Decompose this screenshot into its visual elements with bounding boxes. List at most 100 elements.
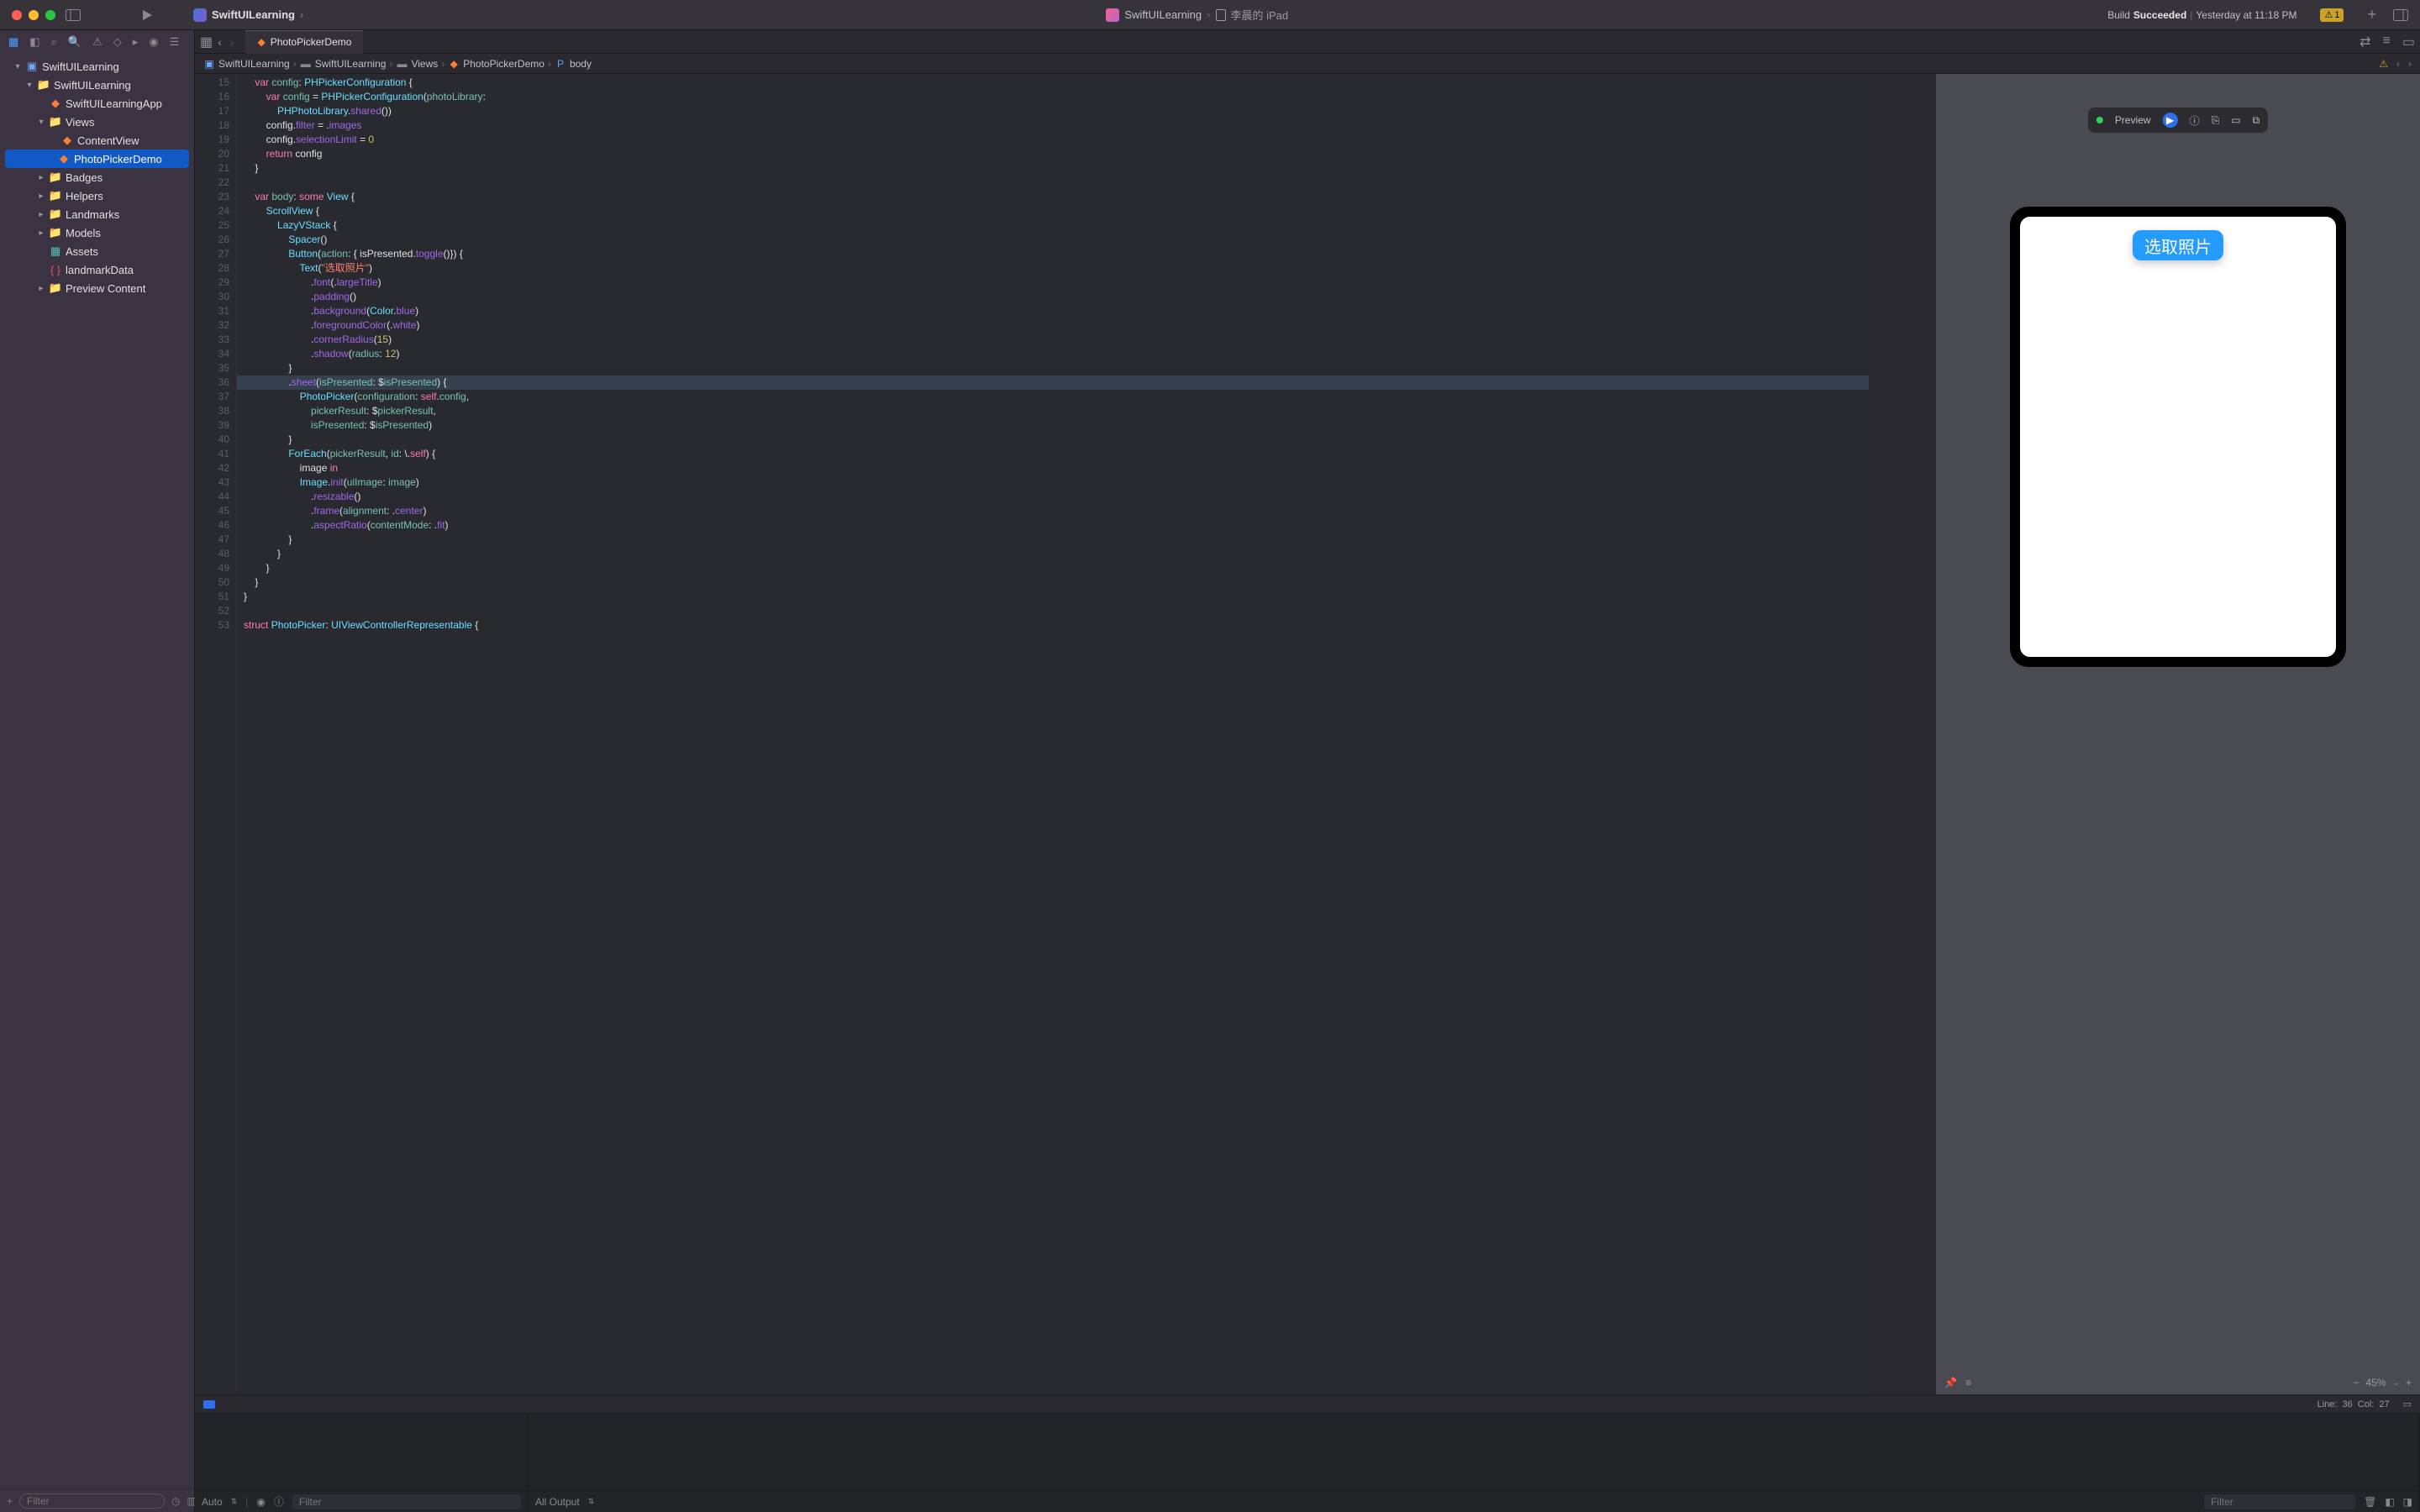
status-indicator-icon[interactable] — [203, 1400, 215, 1409]
toggle-left-sidebar-icon[interactable] — [62, 9, 84, 21]
run-destination[interactable]: SwiftUILearning › 李晨的 iPad — [1106, 7, 1288, 23]
tree-row-swiftuilearningapp[interactable]: ◆SwiftUILearningApp — [0, 94, 194, 113]
jb-item[interactable]: Views — [411, 58, 438, 70]
nav-back-button[interactable]: ‹ — [218, 35, 222, 49]
source-control-navigator-icon[interactable]: ◧ — [29, 35, 39, 49]
toggle-minimap-icon[interactable]: ⇄ — [2360, 34, 2370, 50]
disclosure-chevron-icon[interactable]: ▸ — [37, 210, 45, 219]
tree-row-contentview[interactable]: ◆ContentView — [0, 131, 194, 150]
ipad-icon — [1216, 9, 1226, 21]
console-view[interactable]: All Output ⇅ 🗑 ◧ ◨ — [529, 1414, 2420, 1512]
debug-navigator-icon[interactable]: ▸ — [133, 35, 139, 49]
editor-layout-icon[interactable]: ▭ — [2403, 1399, 2412, 1410]
canvas-pin-icon[interactable]: 📌 — [1944, 1377, 1957, 1389]
tab-photopickerdemo[interactable]: ◆ PhotoPickerDemo — [245, 30, 363, 54]
maximize-button[interactable] — [45, 10, 55, 20]
tree-row-views[interactable]: ▾📁Views — [0, 113, 194, 131]
jump-bar-warning-icon[interactable]: ⚠ — [2379, 58, 2388, 70]
preview-button[interactable]: 选取照片 — [2133, 230, 2223, 260]
json-icon: { } — [49, 264, 62, 276]
disclosure-chevron-icon[interactable]: ▸ — [37, 228, 45, 238]
fold-icon: 📁 — [49, 207, 62, 221]
disclosure-chevron-icon[interactable]: ▾ — [25, 81, 34, 90]
find-navigator-icon[interactable]: 🔍 — [68, 35, 82, 49]
auto-selector[interactable]: Auto — [202, 1496, 223, 1508]
issue-navigator-icon[interactable]: ⚠ — [92, 35, 103, 49]
disclosure-chevron-icon[interactable]: ▸ — [37, 173, 45, 182]
run-button[interactable] — [141, 9, 153, 21]
build-status[interactable]: Build Succeeded | Yesterday at 11:18 PM — [2107, 9, 2296, 21]
toggle-vars-icon[interactable]: ◧ — [2385, 1496, 2394, 1508]
jb-item[interactable]: SwiftUILearning — [315, 58, 387, 70]
toggle-canvas-icon[interactable]: ▭ — [2402, 34, 2415, 50]
jb-item[interactable]: SwiftUILearning — [218, 58, 290, 70]
source-editor[interactable]: 1516171819202122232425262728293031323334… — [195, 74, 1936, 1394]
symbol-navigator-icon[interactable]: ⌕ — [51, 35, 57, 49]
tree-row-swiftuilearning[interactable]: ▾📁SwiftUILearning — [0, 76, 194, 94]
jump-bar[interactable]: ▣ SwiftUILearning › ▬ SwiftUILearning › … — [195, 54, 2420, 74]
info-icon[interactable]: ⓘ — [274, 1494, 284, 1509]
tab-bar: ▦ ‹ › ◆ PhotoPickerDemo ⇄ ≡ ▭ — [195, 30, 2420, 54]
tree-row-swiftuilearning[interactable]: ▾▣SwiftUILearning — [0, 57, 194, 76]
clear-console-icon[interactable]: 🗑 — [2364, 1496, 2376, 1508]
add-button[interactable]: + — [2367, 6, 2376, 24]
variables-view[interactable]: Auto ⇅ | ◉ ⓘ — [195, 1414, 529, 1512]
preview-label[interactable]: Preview — [2115, 114, 2151, 126]
zoom-out-icon[interactable]: − — [2353, 1377, 2359, 1389]
disclosure-chevron-icon[interactable]: ▸ — [37, 192, 45, 201]
tree-label: PhotoPickerDemo — [74, 153, 162, 165]
duplicate-preview-icon[interactable]: ⧉ — [2253, 114, 2260, 127]
adjust-editor-icon[interactable]: ≡ — [2383, 34, 2391, 50]
tree-row-models[interactable]: ▸📁Models — [0, 223, 194, 242]
warning-count: 1 — [2334, 10, 2339, 20]
toggle-console-icon[interactable]: ◨ — [2403, 1496, 2412, 1508]
zoom-in-icon[interactable]: + — [2406, 1377, 2412, 1389]
jump-bar-next-icon[interactable]: › — [2408, 58, 2412, 70]
canvas-list-icon[interactable]: ≡ — [1965, 1377, 1971, 1389]
tree-row-badges[interactable]: ▸📁Badges — [0, 168, 194, 186]
jb-item[interactable]: PhotoPickerDemo — [463, 58, 544, 70]
variables-filter-input[interactable] — [292, 1494, 521, 1509]
navigator-filter-input[interactable] — [19, 1494, 165, 1509]
tree-row-assets[interactable]: ▦Assets — [0, 242, 194, 260]
add-file-button[interactable]: + — [7, 1495, 13, 1507]
proj-icon: ▣ — [25, 60, 39, 73]
disclosure-chevron-icon[interactable]: ▾ — [37, 118, 45, 127]
console-filter-input[interactable] — [2204, 1494, 2355, 1509]
preview-screen[interactable]: 选取照片 — [2020, 217, 2336, 657]
tree-row-landmarkdata[interactable]: { }landmarkData — [0, 260, 194, 279]
zoom-level[interactable]: 45% — [2365, 1377, 2386, 1389]
swift-file-icon: ◆ — [448, 58, 460, 70]
tree-row-photopickerdemo[interactable]: ◆PhotoPickerDemo — [5, 150, 189, 168]
warnings-badge[interactable]: ⚠ 1 — [2320, 8, 2344, 22]
scheme-selector[interactable]: SwiftUILearning › — [193, 8, 303, 22]
minimize-button[interactable] — [29, 10, 39, 20]
minimap[interactable] — [1869, 74, 1936, 1394]
report-navigator-icon[interactable]: ☰ — [170, 35, 180, 49]
nav-forward-button[interactable]: › — [230, 35, 234, 49]
live-preview-icon[interactable]: ▶ — [2163, 113, 2178, 128]
tree-row-preview-content[interactable]: ▸📁Preview Content — [0, 279, 194, 297]
jb-item[interactable]: body — [570, 58, 592, 70]
tree-row-helpers[interactable]: ▸📁Helpers — [0, 186, 194, 205]
navigator-bottom-bar: + ◷ ▥ — [0, 1488, 194, 1512]
tree-label: ContentView — [77, 134, 139, 147]
disclosure-chevron-icon[interactable]: ▾ — [13, 62, 22, 71]
pin-icon[interactable]: ⎘ — [2212, 114, 2220, 127]
device-settings-icon[interactable]: ▭ — [2231, 114, 2240, 126]
tree-row-landmarks[interactable]: ▸📁Landmarks — [0, 205, 194, 223]
close-button[interactable] — [12, 10, 22, 20]
zoom-menu-icon[interactable]: ⌄ — [2392, 1378, 2399, 1388]
breakpoint-navigator-icon[interactable]: ◉ — [149, 35, 158, 49]
test-navigator-icon[interactable]: ◇ — [113, 35, 122, 49]
output-selector[interactable]: All Output — [535, 1496, 580, 1508]
jump-bar-prev-icon[interactable]: ‹ — [2396, 58, 2400, 70]
disclosure-chevron-icon[interactable]: ▸ — [37, 284, 45, 293]
inspect-icon[interactable]: ⓘ — [2190, 113, 2200, 128]
library-button[interactable] — [2393, 9, 2408, 21]
project-navigator-icon[interactable]: ▦ — [8, 35, 18, 49]
quicklook-icon[interactable]: ◉ — [256, 1496, 265, 1508]
code-content[interactable]: var config: PHPickerConfiguration { var … — [237, 74, 1869, 1394]
related-items-icon[interactable]: ▦ — [200, 34, 213, 50]
recent-files-icon[interactable]: ◷ — [171, 1495, 180, 1507]
